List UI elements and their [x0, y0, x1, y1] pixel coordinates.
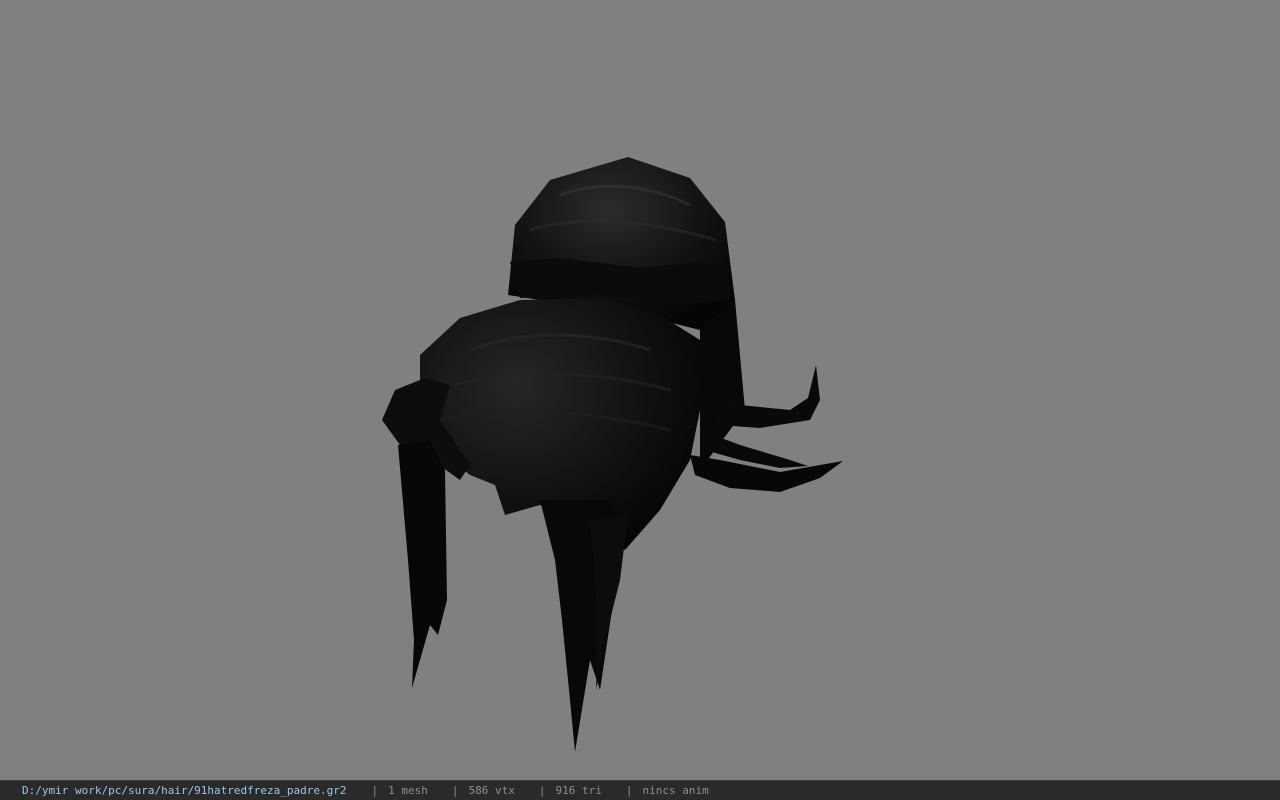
hair-model	[382, 157, 843, 752]
mesh-count: 1 mesh	[388, 784, 428, 797]
hair-strand-left	[398, 440, 447, 688]
vertex-count: 586 vtx	[468, 784, 515, 797]
separator: |	[538, 784, 546, 797]
separator: |	[625, 784, 633, 797]
3d-viewport[interactable]	[0, 0, 1280, 780]
triangle-count: 916 tri	[555, 784, 602, 797]
separator: |	[371, 784, 379, 797]
separator: |	[451, 784, 459, 797]
animation-status: nincs anim	[642, 784, 709, 797]
status-bar: D:/ymir work/pc/sura/hair/91hatredfreza_…	[0, 780, 1280, 800]
file-path: D:/ymir work/pc/sura/hair/91hatredfreza_…	[22, 784, 347, 797]
